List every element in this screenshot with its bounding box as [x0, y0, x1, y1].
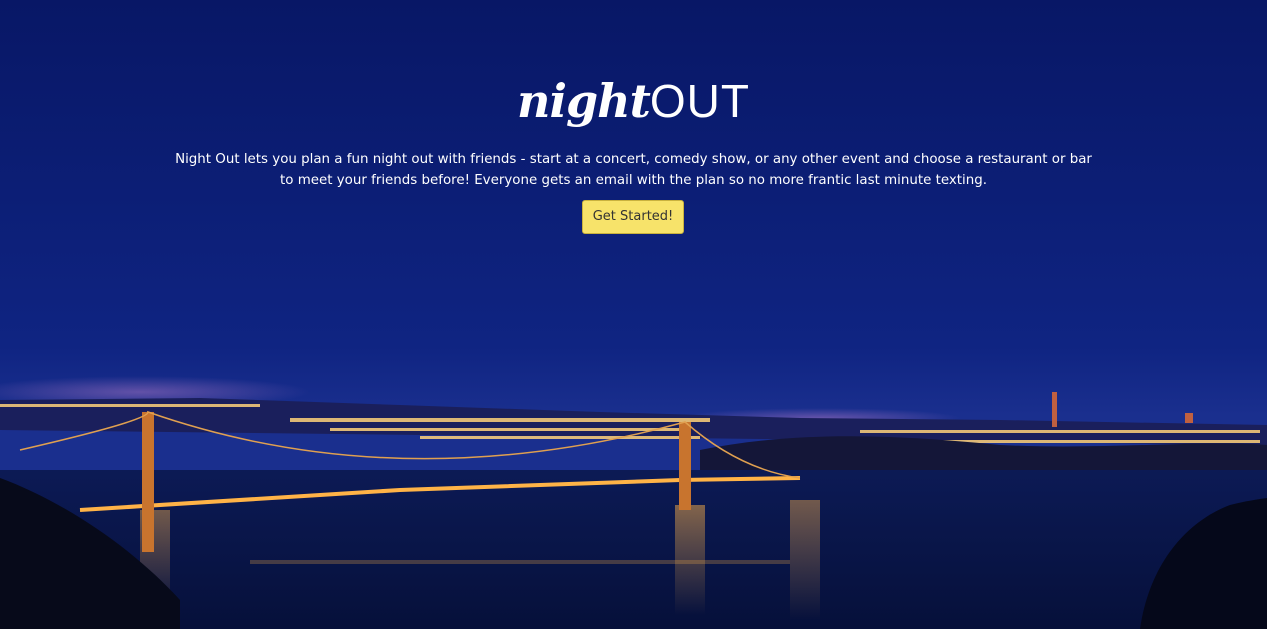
- site-logo: nightOUT: [0, 78, 1267, 124]
- logo-night-text: night: [517, 74, 651, 128]
- hero-tagline: Night Out lets you plan a fun night out …: [175, 152, 1092, 188]
- hero-section: nightOUT Night Out lets you plan a fun n…: [0, 0, 1267, 629]
- logo-out-text: OUT: [649, 75, 750, 127]
- get-started-button[interactable]: Get Started!: [582, 200, 684, 234]
